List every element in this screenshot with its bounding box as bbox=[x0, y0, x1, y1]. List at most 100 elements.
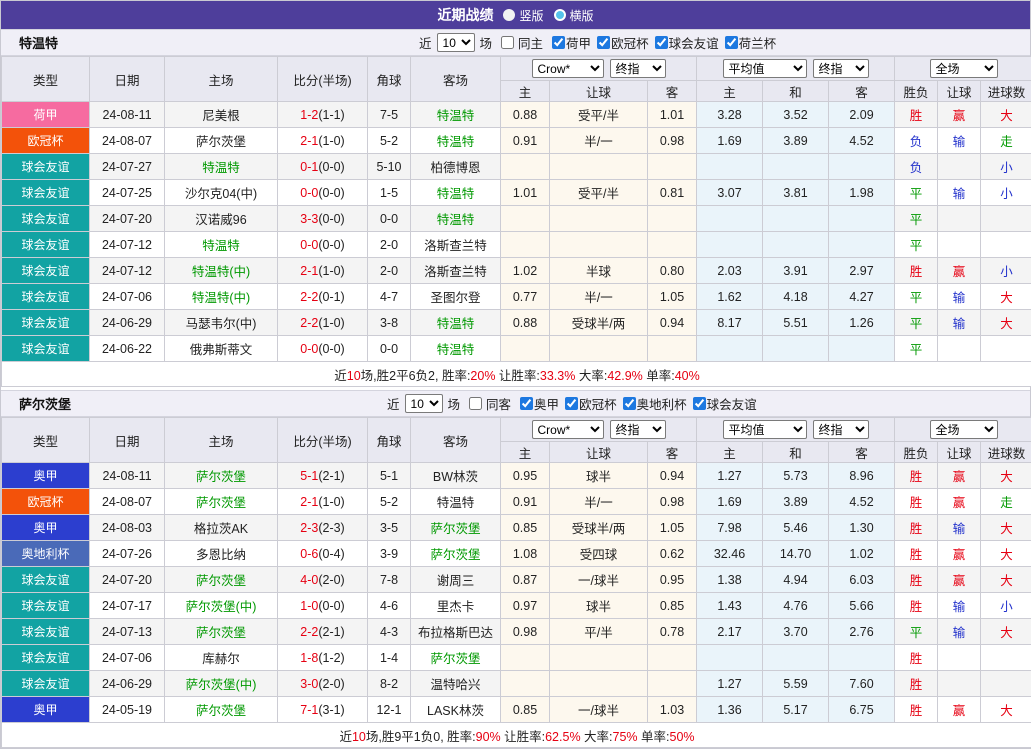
euro-home-odds: 32.46 bbox=[697, 541, 763, 567]
league-checkbox[interactable] bbox=[655, 36, 668, 49]
col-score: 比分(半场) bbox=[278, 57, 368, 102]
result-wdl: 胜 bbox=[895, 489, 938, 515]
score-cell: 2-3(2-3) bbox=[278, 515, 368, 541]
euro-away-odds: 1.30 bbox=[829, 515, 895, 541]
euro-draw-odds: 3.89 bbox=[763, 489, 829, 515]
home-team: 萨尔茨堡(中) bbox=[165, 671, 278, 697]
result-handicap bbox=[938, 154, 981, 180]
league-checkbox[interactable] bbox=[597, 36, 610, 49]
match-row: 奥地利杯 24-07-26 多恩比纳 0-6(0-4) 3-9 萨尔茨堡 1.0… bbox=[2, 541, 1031, 567]
euro-draw-odds: 3.81 bbox=[763, 180, 829, 206]
same-venue-checkbox[interactable] bbox=[469, 397, 482, 410]
league-filter[interactable]: 荷甲 bbox=[546, 33, 591, 52]
result-wdl: 负 bbox=[895, 128, 938, 154]
score-cell: 1-0(0-0) bbox=[278, 593, 368, 619]
away-team: 特温特 bbox=[411, 128, 501, 154]
result-handicap bbox=[938, 645, 981, 671]
corner-count: 5-2 bbox=[368, 489, 411, 515]
euro-draw-odds: 5.46 bbox=[763, 515, 829, 541]
final-odds-select[interactable]: 终指 bbox=[610, 59, 666, 78]
score-cell: 2-1(1-0) bbox=[278, 258, 368, 284]
final-odds-select[interactable]: 终指 bbox=[610, 420, 666, 439]
away-team: 特温特 bbox=[411, 180, 501, 206]
handicap-controls: Crow* 终指 bbox=[501, 418, 697, 442]
result-wdl: 胜 bbox=[895, 671, 938, 697]
final-odds-select2[interactable]: 终指 bbox=[813, 59, 869, 78]
scope-controls: 全场 bbox=[895, 57, 1031, 81]
result-handicap: 输 bbox=[938, 310, 981, 336]
halftime-score: (0-4) bbox=[318, 547, 344, 561]
col-result-goals: 进球数 bbox=[981, 81, 1031, 102]
fulltime-score: 2-2 bbox=[300, 290, 318, 304]
euro-away-odds: 6.75 bbox=[829, 697, 895, 723]
euro-home-odds: 1.38 bbox=[697, 567, 763, 593]
handicap-line bbox=[550, 336, 648, 362]
handicap-away-odds bbox=[648, 336, 697, 362]
match-count-select[interactable]: 10 bbox=[405, 394, 443, 413]
league-badge: 奥地利杯 bbox=[2, 541, 90, 567]
bookmaker-select[interactable]: Crow* bbox=[532, 420, 604, 439]
halftime-score: (1-0) bbox=[318, 316, 344, 330]
league-checkbox[interactable] bbox=[725, 36, 738, 49]
bookmaker-select[interactable]: Crow* bbox=[532, 59, 604, 78]
fulltime-score: 3-0 bbox=[300, 677, 318, 691]
result-goals: 小 bbox=[981, 593, 1031, 619]
col-home: 主场 bbox=[165, 57, 278, 102]
fulltime-score: 0-0 bbox=[300, 186, 318, 200]
average-select[interactable]: 平均值 bbox=[723, 59, 807, 78]
league-badge: 球会友谊 bbox=[2, 206, 90, 232]
match-count-select[interactable]: 10 bbox=[437, 33, 475, 52]
league-filter[interactable]: 球会友谊 bbox=[649, 33, 719, 52]
games-label: 场 bbox=[480, 33, 493, 52]
league-filter[interactable]: 欧冠杯 bbox=[591, 33, 649, 52]
col-type: 类型 bbox=[2, 418, 90, 463]
fulltime-score: 1-0 bbox=[300, 599, 318, 613]
away-team: 洛斯查兰特 bbox=[411, 258, 501, 284]
league-checkbox[interactable] bbox=[623, 397, 636, 410]
same-venue-checkbox[interactable] bbox=[501, 36, 514, 49]
corner-count: 12-1 bbox=[368, 697, 411, 723]
col-result-goals: 进球数 bbox=[981, 442, 1031, 463]
handicap-away-odds: 0.94 bbox=[648, 463, 697, 489]
col-away: 客场 bbox=[411, 418, 501, 463]
team2-rows: 奥甲 24-08-11 萨尔茨堡 5-1(2-1) 5-1 BW林茨 0.95 … bbox=[2, 463, 1031, 723]
col-handicap-away: 客 bbox=[648, 81, 697, 102]
league-checkbox[interactable] bbox=[520, 397, 533, 410]
league-filter[interactable]: 欧冠杯 bbox=[559, 394, 617, 413]
score-cell: 1-8(1-2) bbox=[278, 645, 368, 671]
league-filter[interactable]: 奥甲 bbox=[514, 394, 559, 413]
league-checkbox[interactable] bbox=[552, 36, 565, 49]
euro-home-odds: 1.27 bbox=[697, 671, 763, 697]
result-wdl: 胜 bbox=[895, 645, 938, 671]
final-odds-select2[interactable]: 终指 bbox=[813, 420, 869, 439]
league-filter[interactable]: 奥地利杯 bbox=[617, 394, 687, 413]
league-badge: 球会友谊 bbox=[2, 284, 90, 310]
fulltime-score: 0-0 bbox=[300, 238, 318, 252]
away-team: 萨尔茨堡 bbox=[411, 541, 501, 567]
handicap-away-odds: 0.81 bbox=[648, 180, 697, 206]
league-checkbox[interactable] bbox=[693, 397, 706, 410]
radio-selected-icon[interactable] bbox=[503, 9, 515, 21]
match-date: 24-06-22 bbox=[90, 336, 165, 362]
col-handicap-home: 主 bbox=[501, 81, 550, 102]
handicap-away-odds bbox=[648, 206, 697, 232]
euro-draw-odds: 5.51 bbox=[763, 310, 829, 336]
handicap-home-odds: 0.91 bbox=[501, 489, 550, 515]
league-filter[interactable]: 球会友谊 bbox=[687, 394, 757, 413]
layout-option-vertical[interactable]: 竖版 bbox=[503, 7, 543, 24]
layout-option-horizontal[interactable]: 横版 bbox=[554, 7, 594, 24]
match-row: 球会友谊 24-07-25 沙尔克04(中) 0-0(0-0) 1-5 特温特 … bbox=[2, 180, 1031, 206]
team1-summary: 近10场,胜2平6负2, 胜率:20% 让胜率:33.3% 大率:42.9% 单… bbox=[334, 369, 700, 383]
league-checkbox[interactable] bbox=[565, 397, 578, 410]
match-row: 球会友谊 24-06-22 俄弗斯蒂文 0-0(0-0) 0-0 特温特 平 bbox=[2, 336, 1031, 362]
games-label: 场 bbox=[448, 394, 461, 413]
fulltime-select[interactable]: 全场 bbox=[930, 420, 998, 439]
league-filter[interactable]: 荷兰杯 bbox=[719, 33, 777, 52]
euro-home-odds bbox=[697, 154, 763, 180]
average-select[interactable]: 平均值 bbox=[723, 420, 807, 439]
match-row: 奥甲 24-08-03 格拉茨AK 2-3(2-3) 3-5 萨尔茨堡 0.85… bbox=[2, 515, 1031, 541]
score-cell: 0-0(0-0) bbox=[278, 180, 368, 206]
fulltime-select[interactable]: 全场 bbox=[930, 59, 998, 78]
result-handicap: 赢 bbox=[938, 697, 981, 723]
radio-unselected-icon[interactable] bbox=[554, 9, 566, 21]
